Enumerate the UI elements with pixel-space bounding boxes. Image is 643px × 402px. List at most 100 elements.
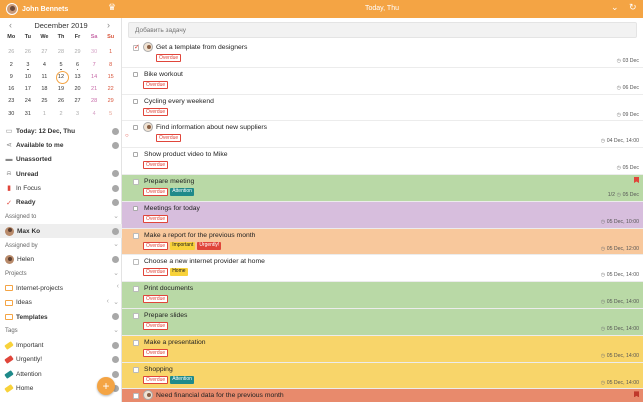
task-checkbox[interactable] <box>133 178 139 185</box>
task-row[interactable]: Get a template from designers Overdue 03… <box>122 41 643 68</box>
add-task-input[interactable] <box>128 22 637 38</box>
task-row[interactable]: Cycling every weekend Overdue 09 Dec <box>122 95 643 122</box>
calendar-day[interactable]: 17 <box>20 83 37 95</box>
section-assigned-to[interactable]: Assigned to ⌄ <box>0 210 122 224</box>
sidebar-item-unread[interactable]: ⍾ Unread <box>0 167 122 181</box>
calendar-day[interactable]: 1 <box>36 108 53 120</box>
task-checkbox[interactable] <box>133 259 139 266</box>
task-checkbox[interactable] <box>133 393 139 400</box>
task-checkbox[interactable] <box>133 43 140 51</box>
sidebar-item-available[interactable]: ⋖ Available to me <box>0 138 122 152</box>
calendar-day[interactable]: 4 <box>36 59 53 71</box>
chevron-down-icon[interactable]: ⌄ <box>611 2 619 13</box>
calendar-day[interactable]: 25 <box>36 95 53 107</box>
calendar-day[interactable]: 29 <box>69 46 86 58</box>
sidebar-item-internet-projects[interactable]: Internet-projects ‹ <box>0 281 122 295</box>
calendar-day[interactable]: 14 <box>86 71 103 83</box>
task-checkbox[interactable] <box>133 98 138 104</box>
refresh-icon[interactable]: ↻ <box>629 2 637 13</box>
task-row[interactable]: Shopping Overdue Attention 05 Dec, 14:00 <box>122 362 643 390</box>
add-task-button[interactable]: + <box>97 377 115 395</box>
task-row[interactable]: Show product video to Mike Overdue 05 De… <box>122 148 643 175</box>
calendar-day[interactable]: 8 <box>102 59 119 71</box>
calendar-day[interactable]: 28 <box>86 95 103 107</box>
calendar-day[interactable]: 27 <box>69 95 86 107</box>
calendar-day[interactable]: 28 <box>53 46 70 58</box>
task-row[interactable]: ○ Find information about new suppliers O… <box>122 121 643 149</box>
sidebar-item-ready[interactable]: ✓ Ready <box>0 195 122 209</box>
calendar-day[interactable]: 5 <box>53 59 70 71</box>
task-checkbox[interactable] <box>133 71 138 77</box>
calendar-day[interactable]: 1 <box>102 46 119 58</box>
sidebar-item-templates[interactable]: Templates <box>0 310 122 324</box>
sidebar-item-ideas[interactable]: Ideas ‹ ⌄ <box>0 296 122 310</box>
user-profile[interactable]: John Bennets <box>6 3 68 15</box>
task-checkbox[interactable] <box>133 339 139 346</box>
sidebar-item-today[interactable]: ▭ Today: 12 Dec, Thu <box>0 124 122 138</box>
sidebar-item-tag-urgently[interactable]: Urgently! <box>0 353 122 367</box>
calendar-day[interactable]: 30 <box>86 46 103 58</box>
section-assigned-by[interactable]: Assigned by ⌄ <box>0 238 122 252</box>
calendar-day[interactable]: 30 <box>3 108 20 120</box>
task-row[interactable]: Bike workout Overdue 06 Dec <box>122 68 643 95</box>
crown-icon[interactable]: ♛ <box>108 2 116 13</box>
task-row[interactable]: Prepare slides Overdue 05 Dec, 14:00 <box>122 308 643 336</box>
calendar-day[interactable]: 27 <box>36 46 53 58</box>
chevron-left-icon[interactable]: ‹ <box>117 283 119 290</box>
calendar-day[interactable]: 29 <box>102 95 119 107</box>
calendar-day[interactable]: 19 <box>53 83 70 95</box>
calendar-day[interactable]: 7 <box>86 59 103 71</box>
calendar-day[interactable]: 3 <box>69 108 86 120</box>
calendar-day[interactable]: 4 <box>86 108 103 120</box>
focus-flag-icon[interactable] <box>634 391 639 398</box>
task-checkbox[interactable] <box>133 286 139 293</box>
sidebar-item-helen[interactable]: Helen <box>0 253 122 267</box>
focus-flag-icon[interactable] <box>634 176 639 183</box>
task-row[interactable]: Meetings for today Overdue 05 Dec, 10:00 <box>122 201 643 229</box>
task-row[interactable]: Prepare meeting Overdue Attention 1/2 05… <box>122 174 643 202</box>
calendar-day-today[interactable]: 12 <box>53 70 70 85</box>
calendar-day[interactable]: 26 <box>53 95 70 107</box>
sidebar-item-max-ko[interactable]: Max Ko <box>0 224 122 239</box>
calendar-day[interactable]: 9 <box>3 71 20 83</box>
task-row[interactable]: Choose a new internet provider at home O… <box>122 255 643 283</box>
chevron-down-icon[interactable]: ⌄ <box>113 212 119 220</box>
calendar-day[interactable]: 31 <box>20 108 37 120</box>
sidebar-item-unassorted[interactable]: ▬ Unassorted <box>0 153 122 167</box>
chevron-down-icon[interactable]: ⌄ <box>113 240 119 248</box>
calendar-day[interactable]: 10 <box>20 71 37 83</box>
task-checkbox[interactable] <box>133 205 138 211</box>
task-row[interactable]: Make a presentation Overdue 05 Dec, 14:0… <box>122 335 643 363</box>
task-row[interactable]: Make a report for the previous month Ove… <box>122 228 643 256</box>
chevron-left-icon[interactable]: ‹ <box>107 298 109 305</box>
task-checkbox[interactable] <box>133 312 139 319</box>
calendar-day[interactable]: 3 <box>20 59 37 71</box>
calendar-day[interactable]: 26 <box>3 46 20 58</box>
sidebar-item-in-focus[interactable]: ▮ In Focus <box>0 181 122 195</box>
calendar-day[interactable]: 18 <box>36 83 53 95</box>
task-checkbox[interactable] <box>133 125 138 131</box>
task-checkbox[interactable] <box>133 232 139 239</box>
section-projects[interactable]: Projects ⌄ <box>0 267 122 281</box>
calendar-day[interactable]: 15 <box>102 71 119 83</box>
calendar-day[interactable]: 11 <box>36 71 53 83</box>
calendar-day[interactable]: 26 <box>20 46 37 58</box>
calendar-day[interactable]: 5 <box>102 108 119 120</box>
task-row[interactable]: Need financial data for the previous mon… <box>122 389 643 402</box>
task-checkbox[interactable] <box>133 366 139 373</box>
sidebar-item-tag-important[interactable]: Important <box>0 338 122 352</box>
calendar-day[interactable]: 24 <box>20 95 37 107</box>
task-checkbox[interactable] <box>133 152 138 158</box>
task-row[interactable]: Print documents Overdue 05 Dec, 14:00 <box>122 282 643 309</box>
section-tags[interactable]: Tags ⌄ <box>0 324 122 338</box>
chevron-down-icon[interactable]: ⌄ <box>113 298 119 306</box>
calendar-day[interactable]: 16 <box>3 83 20 95</box>
calendar-day[interactable]: 23 <box>3 95 20 107</box>
next-month-icon[interactable]: › <box>107 20 110 30</box>
calendar-day[interactable]: 2 <box>3 59 20 71</box>
chevron-down-icon[interactable]: ⌄ <box>113 269 119 277</box>
calendar-day[interactable]: 22 <box>102 83 119 95</box>
chevron-down-icon[interactable]: ⌄ <box>113 326 119 334</box>
calendar-day[interactable]: 6 <box>69 59 86 71</box>
calendar-day[interactable]: 20 <box>69 83 86 95</box>
